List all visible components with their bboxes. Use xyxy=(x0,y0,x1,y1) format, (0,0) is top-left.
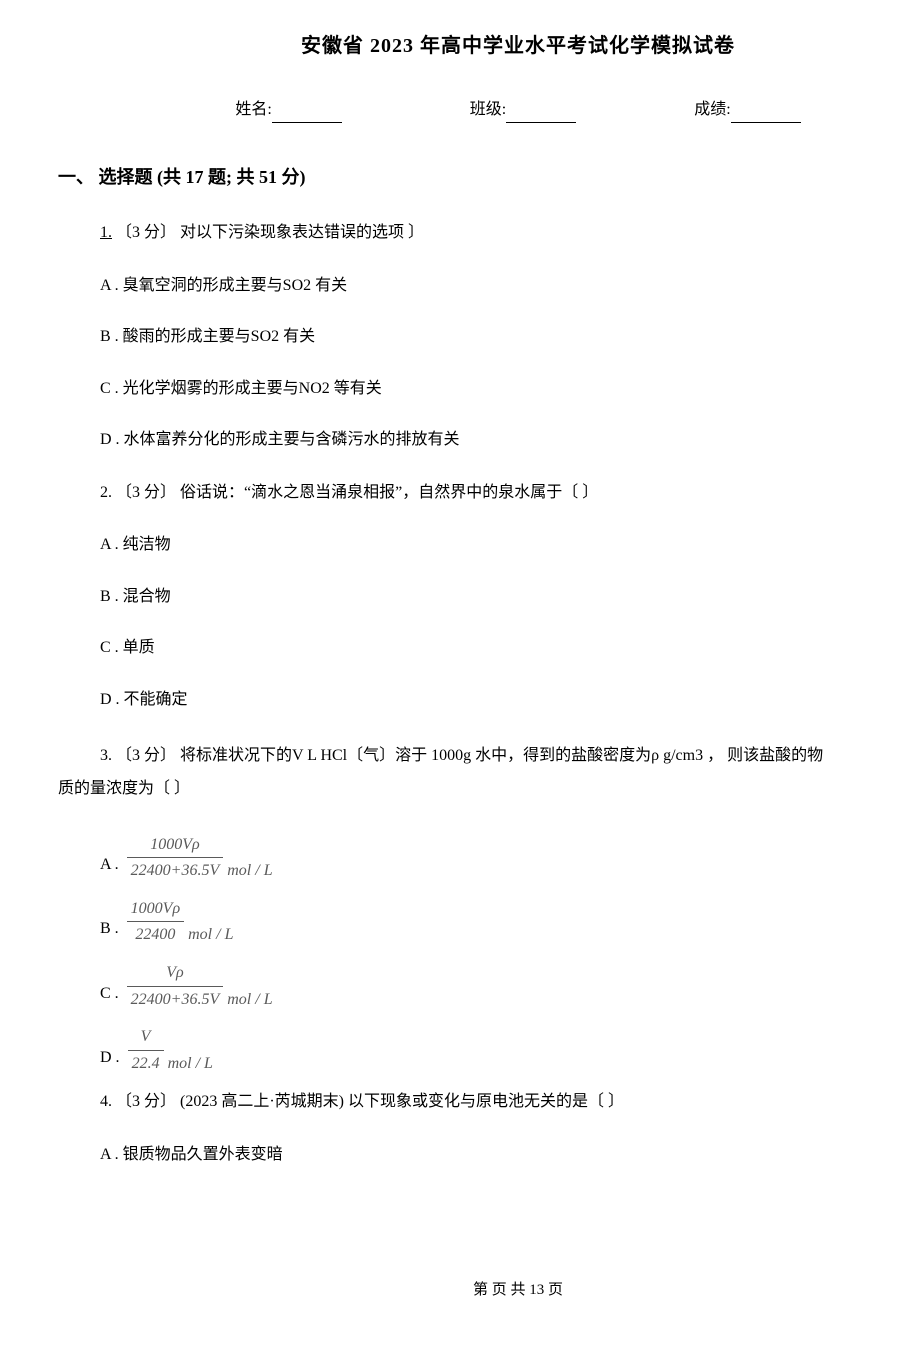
section-header: 一、 选择题 (共 17 题; 共 51 分) xyxy=(58,163,920,192)
question-1: 1. 〔3 分〕 对以下污染现象表达错误的选项 〕 xyxy=(100,219,920,246)
q3-a-fraction: 1000Vρ 22400+36.5V xyxy=(127,832,224,884)
q2-option-c: C . 单质 xyxy=(100,635,920,661)
q4-number: 4. xyxy=(100,1093,112,1110)
q3-a-unit: mol / L xyxy=(227,858,272,884)
q2-option-b: B . 混合物 xyxy=(100,584,920,610)
q3-option-c: C . Vρ 22400+36.5V mol / L xyxy=(100,960,920,1012)
q3-d-letter: D . xyxy=(100,1045,120,1077)
q3-a-numerator: 1000Vρ xyxy=(127,832,224,859)
q2-text: 〔3 分〕 俗话说：“滴水之恩当涌泉相报”，自然界中的泉水属于〔 〕 xyxy=(112,484,598,501)
q3-a-letter: A . xyxy=(100,852,119,884)
q2-option-a: A . 纯洁物 xyxy=(100,532,920,558)
q4-text: 〔3 分〕 (2023 高二上·芮城期末) 以下现象或变化与原电池无关的是〔 〕 xyxy=(112,1093,624,1110)
q3-c-letter: C . xyxy=(100,981,119,1013)
page-title: 安徽省 2023 年高中学业水平考试化学模拟试卷 xyxy=(58,30,920,62)
class-label: 班级: xyxy=(470,97,506,123)
q1-option-a: A . 臭氧空洞的形成主要与SO2 有关 xyxy=(100,273,920,299)
q3-number: 3. xyxy=(100,747,112,764)
q3-d-denominator: 22.4 xyxy=(128,1051,164,1077)
score-blank[interactable] xyxy=(731,105,801,123)
name-label: 姓名: xyxy=(235,97,271,123)
q2-option-d: D . 不能确定 xyxy=(100,687,920,713)
q3-d-fraction: V 22.4 xyxy=(128,1024,164,1076)
q3-b-fraction: 1000Vρ 22400 xyxy=(127,896,184,948)
q3-b-unit: mol / L xyxy=(188,922,233,948)
question-3: 3. 〔3 分〕 将标准状况下的V L HCl〔气〕溶于 1000g 水中，得到… xyxy=(58,739,920,806)
q3-c-numerator: Vρ xyxy=(127,960,224,987)
q3-text-first: 〔3 分〕 将标准状况下的V L HCl〔气〕溶于 1000g 水中，得到的盐酸… xyxy=(112,747,823,764)
q2-number: 2. xyxy=(100,484,112,501)
q1-option-d: D . 水体富养分化的形成主要与含磷污水的排放有关 xyxy=(100,427,920,453)
name-blank[interactable] xyxy=(272,105,342,123)
q3-option-b: B . 1000Vρ 22400 mol / L xyxy=(100,896,920,948)
q3-c-denominator: 22400+36.5V xyxy=(127,987,224,1013)
q3-b-letter: B . xyxy=(100,916,119,948)
q3-option-a: A . 1000Vρ 22400+36.5V mol / L xyxy=(100,832,920,884)
q4-option-a: A . 银质物品久置外表变暗 xyxy=(100,1142,920,1168)
info-row: 姓名: 班级: 成绩: xyxy=(58,97,920,123)
page-footer: 第 页 共 13 页 xyxy=(58,1278,920,1302)
q3-d-numerator: V xyxy=(128,1024,164,1051)
q3-a-denominator: 22400+36.5V xyxy=(127,858,224,884)
q3-option-d: D . V 22.4 mol / L xyxy=(100,1024,920,1076)
q1-number: 1. xyxy=(100,224,112,241)
q3-text-rest: 质的量浓度为〔 〕 xyxy=(58,780,190,797)
q3-b-numerator: 1000Vρ xyxy=(127,896,184,923)
q3-c-fraction: Vρ 22400+36.5V xyxy=(127,960,224,1012)
q3-b-denominator: 22400 xyxy=(127,922,184,948)
question-4: 4. 〔3 分〕 (2023 高二上·芮城期末) 以下现象或变化与原电池无关的是… xyxy=(100,1088,920,1115)
q1-option-c: C . 光化学烟雾的形成主要与NO2 等有关 xyxy=(100,376,920,402)
score-label: 成绩: xyxy=(694,97,730,123)
q1-option-b: B . 酸雨的形成主要与SO2 有关 xyxy=(100,324,920,350)
q3-d-unit: mol / L xyxy=(168,1051,213,1077)
q1-text: 〔3 分〕 对以下污染现象表达错误的选项 〕 xyxy=(112,224,424,241)
question-2: 2. 〔3 分〕 俗话说：“滴水之恩当涌泉相报”，自然界中的泉水属于〔 〕 xyxy=(100,479,920,506)
q3-c-unit: mol / L xyxy=(227,987,272,1013)
class-blank[interactable] xyxy=(506,105,576,123)
